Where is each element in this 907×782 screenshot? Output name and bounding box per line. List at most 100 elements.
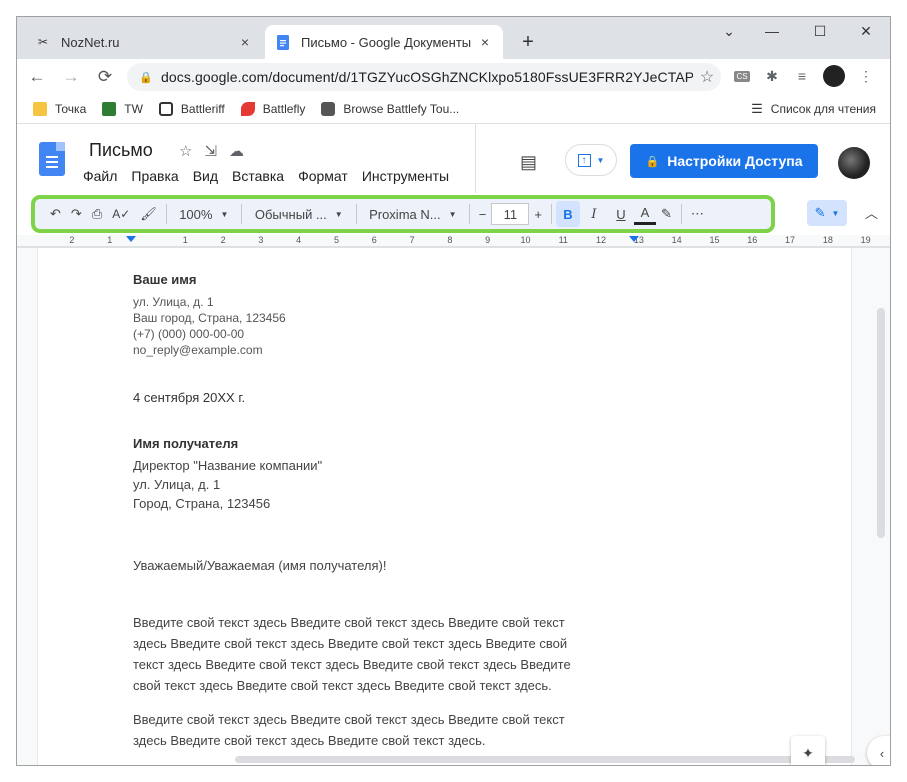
menu-tools[interactable]: Инструменты [362,168,449,184]
reading-list[interactable]: ☰ Список для чтения [751,101,876,117]
google-docs-logo-icon[interactable] [39,142,65,176]
divider [468,204,470,224]
undo-icon[interactable]: ↶ [45,201,66,227]
divider [680,204,682,224]
ruler-tick-label: 8 [447,235,453,245]
document-title[interactable]: Письмо [89,140,153,161]
extensions-puzzle-icon[interactable]: ✱ [759,63,785,89]
bookmark-label: Browse Battlefy Tou... [343,102,460,116]
spellcheck-icon[interactable]: A✓ [107,201,135,227]
present-button[interactable]: ↑ ▼ [565,144,617,176]
chevron-left-icon[interactable]: ‹ [867,736,890,765]
italic-button[interactable]: I [580,201,608,227]
divider [550,204,552,224]
tab-title: Письмо - Google Документы [301,34,472,50]
bookmark-item[interactable]: TW [102,102,143,116]
paragraph: Введите свой текст здесь Введите свой те… [133,709,633,751]
lastpass-extension-icon[interactable]: CS [729,63,755,89]
browser-window: ✂ NozNet.ru × Письмо - Google Документы … [16,16,891,766]
address-line: (+7) (000) 000-00-00 [133,327,245,341]
bookmark-item[interactable]: Battleriff [158,102,225,116]
pencil-icon: ✎ [814,205,826,220]
back-arrow-icon[interactable]: ← [23,63,51,91]
browser-menu-icon[interactable]: ⋮ [853,63,879,89]
menu-edit[interactable]: Правка [131,168,178,184]
redo-icon[interactable]: ↷ [66,201,87,227]
address-line: ул. Улица, д. 1 [133,477,221,492]
google-docs-icon [275,34,291,50]
ruler-tick-label: 16 [747,235,758,245]
address-line: no_reply@example.com [133,343,263,357]
lock-icon: 🔒 [645,155,660,168]
editing-mode-button[interactable]: ✎ ▼ [807,200,847,226]
ruler-tick-label: 2 [220,235,226,245]
font-select[interactable]: Proxima N... ▼ [361,201,465,227]
reading-list-label: Список для чтения [770,102,876,116]
bookmark-label: Battlefly [262,102,306,116]
paint-format-icon[interactable]: 🖌 [135,201,162,227]
ruler-tick-label: 19 [860,235,871,245]
increase-font-size-button[interactable]: + [529,201,547,227]
text-line: Введите свой текст здесь Введите свой те… [133,615,565,630]
profile-avatar[interactable] [821,63,847,89]
text-color-button[interactable]: A [633,203,656,225]
explore-icon[interactable]: ✦ [791,736,825,765]
close-icon[interactable]: × [237,34,253,50]
menu-format[interactable]: Формат [298,168,348,184]
maximize-button[interactable]: ☐ [805,23,835,40]
tab-search-button[interactable]: ⌄ [714,23,744,40]
divider [165,204,167,224]
menu-insert[interactable]: Вставка [232,168,284,184]
document-page[interactable]: Ваше имя ул. Улица, д. 1 Ваш город, Стра… [37,248,852,765]
address-line: Город, Страна, 123456 [133,496,271,511]
tab-noznet[interactable]: ✂ NozNet.ru × [25,25,263,59]
tab-google-docs[interactable]: Письмо - Google Документы × [265,25,503,59]
bookmark-item[interactable]: Точка [33,102,86,116]
vertical-scrollbar[interactable] [877,308,885,538]
star-icon[interactable]: ☆ [179,142,192,160]
font-size-input[interactable]: 11 [491,203,530,225]
horizontal-scrollbar[interactable] [235,756,855,763]
account-avatar[interactable] [838,147,870,179]
bookmark-label: Точка [55,102,87,116]
move-folder-icon[interactable]: ⇲ [204,142,217,160]
reload-icon[interactable]: ⟳ [91,63,119,91]
cloud-status-icon[interactable]: ☁ [229,142,244,160]
menu-view[interactable]: Вид [193,168,218,184]
bookmark-label: Battleriff [180,102,225,116]
zoom-select[interactable]: 100% ▼ [171,201,237,227]
decrease-font-size-button[interactable]: − [474,201,492,227]
right-indent-marker[interactable] [629,236,639,242]
print-icon[interactable]: ⎙ [87,201,107,227]
chevron-up-icon[interactable]: ︿ [865,203,878,222]
minimize-button[interactable]: — [757,23,787,39]
underline-button[interactable]: U [608,201,634,227]
lock-icon: 🔒 [139,71,153,84]
comment-history-icon[interactable]: ▤ [520,152,537,173]
bookmark-star-icon[interactable]: ☆ [693,67,721,87]
address-bar[interactable]: 🔒 docs.google.com/document/d/1TGZYucOSGh… [127,63,721,91]
ruler-tick-label: 15 [709,235,720,245]
share-button[interactable]: 🔒 Настройки Доступа [630,144,818,178]
left-indent-marker[interactable] [126,236,136,242]
menu-bar: Файл Правка Вид Вставка Формат Инструмен… [83,168,463,184]
bold-button[interactable]: B [555,201,580,227]
bookmark-item[interactable]: Browse Battlefy Tou... [321,102,459,116]
forward-arrow-icon[interactable]: → [57,63,85,91]
more-options-button[interactable]: ⋯ [686,201,709,227]
battlefly-icon [240,102,255,116]
style-select[interactable]: Обычный ... ▼ [246,201,352,227]
chevron-down-icon: ▼ [596,155,605,165]
close-window-button[interactable]: ✕ [851,23,881,40]
close-icon[interactable]: × [477,34,493,50]
media-control-icon[interactable]: ≡ [789,63,815,89]
new-tab-button[interactable]: + [517,31,539,54]
highlight-color-icon[interactable]: ✎ [656,201,677,227]
ruler[interactable]: 2 1 1 2 3 4 5 6 7 8 9 10 11 12 13 14 15 16 17 18 19 [17,235,890,247]
divider [240,204,242,224]
bookmark-item[interactable]: Battlefly [240,102,306,116]
text-line: здесь Введите свой текст здесь Введите с… [133,733,486,748]
ruler-tick-label: 14 [671,235,682,245]
battleriff-icon [158,102,173,116]
menu-file[interactable]: Файл [83,168,117,184]
